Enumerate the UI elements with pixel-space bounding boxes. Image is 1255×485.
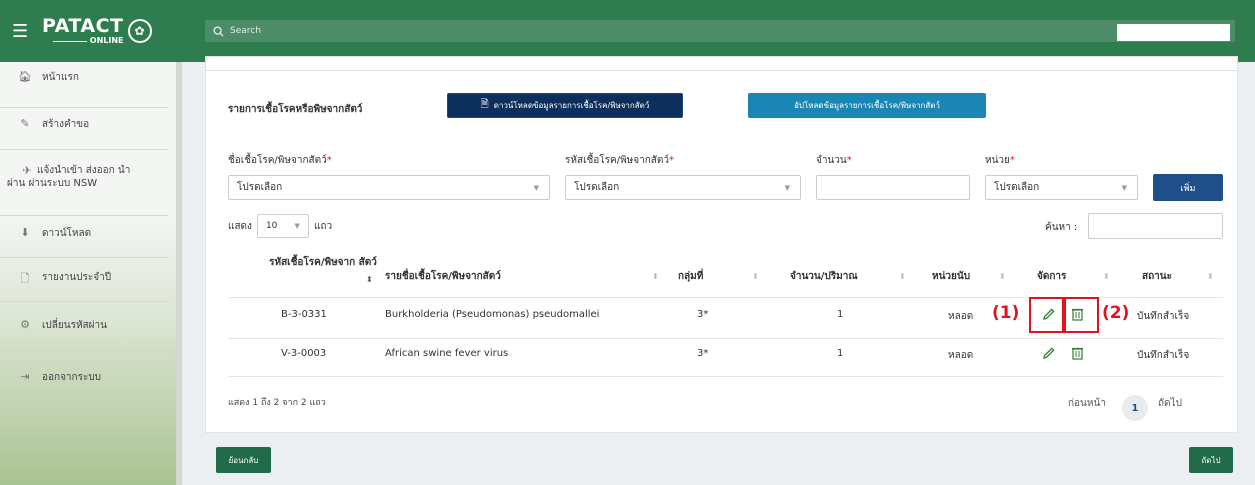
column-header-manage[interactable]: จัดการ — [1037, 270, 1066, 284]
upload-pathogen-list-button[interactable]: อัปโหลดข้อมูลรายการเชื้อโรค/พิษจากสัตว์ — [748, 93, 986, 118]
cell-name: Burkholderia (Pseudomonas) pseudomallei — [385, 309, 600, 320]
amount-label: จำนวน* — [816, 155, 852, 166]
column-header-code[interactable]: รหัสเชื้อโรค/พิษจาก สัตว์ — [268, 256, 378, 270]
unit-label: หน่วย* — [985, 155, 1015, 166]
page-length-control: แสดง 10 ▼ แถว — [228, 214, 332, 238]
page-length-select[interactable]: 10 ▼ — [256, 214, 309, 238]
column-header-status[interactable]: สถานะ — [1142, 270, 1172, 284]
pathogen-code-label: รหัสเชื้อโรค/พิษจากสัตว์* — [565, 155, 675, 166]
user-account-box[interactable] — [1117, 24, 1230, 41]
download-pathogen-list-button[interactable]: 🗎 ดาวน์โหลดข้อมูลรายการเชื้อโรค/พิษจากสั… — [447, 93, 683, 118]
edit-highlight-box — [1029, 297, 1064, 333]
sidebar-item-nsw[interactable]: ✈ แจ้งนำเข้า ส่งออก นำผ่าน ผ่านระบบ NSW — [0, 150, 168, 216]
delete-button[interactable] — [1069, 345, 1085, 361]
hamburger-menu-icon[interactable]: ☰ — [12, 21, 34, 42]
logo-main-text: PATACT — [42, 15, 124, 37]
row-divider — [228, 376, 1223, 377]
table-search-input[interactable] — [1088, 213, 1223, 239]
column-header-name[interactable]: รายชื่อเชื้อโรค/พิษจากสัตว์ — [385, 270, 501, 284]
column-header-quantity[interactable]: จำนวน/ปริมาณ — [790, 270, 858, 284]
file-icon: 🗎 — [480, 99, 489, 110]
cell-status: บันทึกสำเร็จ — [1137, 350, 1190, 361]
sign-out-icon: ⇥ — [20, 370, 30, 383]
edit-button[interactable] — [1041, 345, 1057, 361]
global-search-input[interactable] — [230, 26, 830, 36]
chevron-down-icon: ▼ — [784, 183, 790, 192]
sidebar-item-home[interactable]: 🏠︎ หน้าแรก — [0, 62, 168, 108]
section-title: รายการเชื้อโรคหรือพิษจากสัตว์ — [228, 104, 363, 115]
pathogen-name-label: ชื่อเชื้อโรค/พิษจากสัตว์* — [228, 155, 332, 166]
cell-quantity: 1 — [837, 348, 844, 359]
global-search[interactable] — [205, 20, 1235, 42]
cell-group: 3* — [697, 309, 709, 320]
add-button[interactable]: เพิ่ม — [1153, 174, 1223, 201]
trash-icon — [1071, 347, 1083, 360]
pencil-icon — [1043, 347, 1055, 359]
chevron-down-icon: ▼ — [294, 222, 300, 230]
unit-select[interactable]: โปรดเลือก ▼ — [985, 175, 1138, 200]
download-icon: ⬇ — [20, 226, 30, 239]
card-divider — [205, 70, 1238, 71]
sidebar-scrollbar[interactable] — [176, 62, 182, 485]
pagination-page-1[interactable]: 1 — [1122, 395, 1148, 421]
pathogen-name-select[interactable]: โปรดเลือก ▼ — [228, 175, 550, 200]
cell-name: African swine fever virus — [385, 348, 509, 359]
sort-icon[interactable]: ⬍ — [652, 272, 659, 281]
back-button[interactable]: ย้อนกลับ — [216, 447, 271, 473]
cell-quantity: 1 — [837, 309, 844, 320]
logo-sub-text: ONLINE — [53, 37, 124, 45]
sidebar-item-annual-report[interactable]: 🗋 รายงานประจำปี — [0, 258, 168, 302]
edit-annotation-marker: (1) — [992, 303, 1020, 323]
pagination-prev[interactable]: ก่อนหน้า — [1068, 396, 1106, 411]
patact-logo[interactable]: PATACT ONLINE ✿ — [42, 17, 152, 45]
cell-status: บันทึกสำเร็จ — [1137, 311, 1190, 322]
brand-area: ☰ PATACT ONLINE ✿ — [0, 0, 200, 62]
table-search-label: ค้นหา : — [1045, 222, 1078, 233]
search-icon — [213, 25, 224, 37]
sort-icon[interactable]: ⬍ — [1207, 272, 1214, 281]
sort-icon[interactable]: ⬍ — [1103, 272, 1110, 281]
pencil-icon: ✎ — [20, 117, 30, 130]
pathogen-code-select[interactable]: โปรดเลือก ▼ — [565, 175, 801, 200]
cell-code: V-3-0003 — [281, 348, 327, 359]
column-header-unit[interactable]: หน่วยนับ — [932, 270, 970, 284]
sort-icon[interactable]: ⬍ — [999, 272, 1006, 281]
next-button[interactable]: ถัดไป — [1189, 447, 1233, 473]
cell-group: 3* — [697, 348, 709, 359]
top-bar: ☰ PATACT ONLINE ✿ — [0, 0, 1255, 62]
gears-icon: ⚙ — [20, 318, 30, 331]
sort-icon[interactable]: ⬍ — [752, 272, 759, 281]
sort-icon[interactable]: ⬍ — [366, 275, 373, 284]
logo-emblem-icon: ✿ — [127, 19, 152, 43]
cell-code: B-3-0331 — [281, 309, 327, 320]
sort-icon[interactable]: ⬍ — [899, 272, 906, 281]
cell-unit: หลอด — [948, 350, 974, 361]
sidebar-item-create-request[interactable]: ✎ สร้างคำขอ — [0, 108, 168, 150]
cell-unit: หลอด — [948, 311, 974, 322]
sidebar-item-logout[interactable]: ⇥ ออกจากระบบ — [0, 358, 168, 402]
file-icon: 🗋 — [20, 272, 30, 285]
chevron-down-icon: ▼ — [1121, 183, 1127, 192]
pagination-next[interactable]: ถัดไป — [1158, 396, 1182, 411]
home-icon: 🏠︎ — [18, 70, 32, 83]
chevron-down-icon: ▼ — [533, 183, 539, 192]
table-info: แสดง 1 ถึง 2 จาก 2 แถว — [228, 398, 326, 408]
delete-annotation-marker: (2) — [1102, 303, 1130, 323]
delete-highlight-box — [1064, 297, 1099, 333]
row-divider — [228, 338, 1223, 339]
sidebar-item-change-password[interactable]: ⚙ เปลี่ยนรหัสผ่าน — [0, 302, 168, 358]
sidebar-item-download[interactable]: ⬇ ดาวน์โหลด — [0, 216, 168, 258]
column-header-group[interactable]: กลุ่มที่ — [678, 270, 703, 284]
amount-input[interactable] — [816, 175, 970, 200]
